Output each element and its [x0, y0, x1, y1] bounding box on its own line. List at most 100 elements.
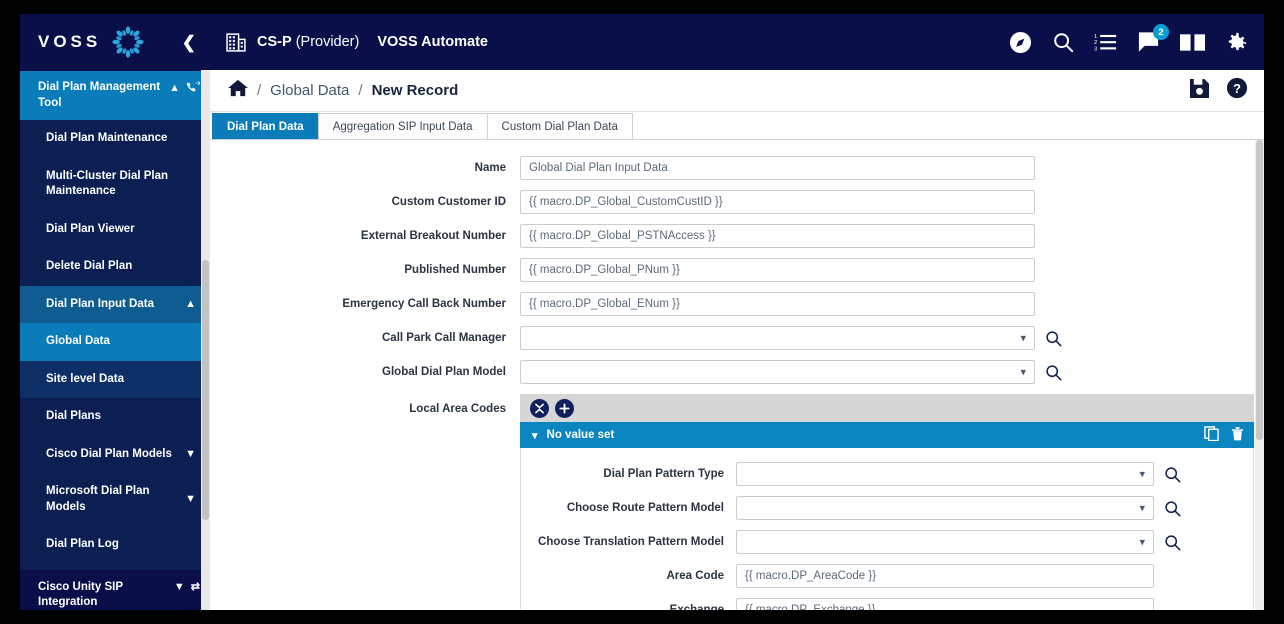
choose-route-pattern-model-select[interactable]: ▾ [736, 496, 1154, 520]
tab-aggregation-sip-input-data[interactable]: Aggregation SIP Input Data [318, 113, 488, 139]
main-scrollbar[interactable] [1255, 140, 1264, 610]
field-label: External Breakout Number [210, 230, 520, 242]
sidebar-item-label: Dial Plan Log [46, 537, 200, 553]
sidebar-item-dial-plan-viewer[interactable]: Dial Plan Viewer [20, 211, 210, 249]
sidebar-item-dial-plan-input-data[interactable]: Dial Plan Input Data ▲ [20, 286, 210, 324]
field-label: Custom Customer ID [210, 196, 520, 208]
breadcrumb-parent[interactable]: Global Data [270, 82, 349, 99]
main-scrollbar-thumb[interactable] [1256, 140, 1263, 440]
chevron-down-icon: ▼ [185, 447, 200, 462]
chevron-down-icon[interactable]: ▾ [532, 429, 538, 442]
field-global-dial-plan-model: Global Dial Plan Model ▾ [210, 360, 1264, 384]
local-area-code-item-header[interactable]: ▾ No value set [520, 422, 1254, 448]
numbered-list-icon[interactable]: 1 2 3 [1094, 31, 1117, 53]
sidebar-item-label: Cisco Dial Plan Models [46, 447, 179, 463]
field-custom-customer-id: Custom Customer ID {{ macro.DP_Global_Cu… [210, 190, 1264, 214]
gear-icon[interactable] [1225, 31, 1248, 54]
duplicate-icon[interactable] [1204, 426, 1219, 444]
voss-flower-logo-icon [111, 25, 145, 59]
message-icon[interactable]: 2 [1137, 31, 1160, 53]
sidebar-item-global-data[interactable]: Global Data [20, 323, 210, 361]
emergency-call-back-number-input[interactable]: {{ macro.DP_Global_ENum }} [520, 292, 1035, 316]
app-window: VOSS [20, 14, 1264, 610]
sidebar-item-label: Dial Plan Viewer [46, 222, 200, 238]
sidebar-item-label: Delete Dial Plan [46, 259, 200, 275]
search-icon[interactable] [1045, 330, 1062, 347]
save-icon[interactable] [1189, 78, 1210, 104]
tab-label: Dial Plan Data [227, 121, 304, 133]
field-label: Call Park Call Manager [210, 332, 520, 344]
published-number-input[interactable]: {{ macro.DP_Global_PNum }} [520, 258, 1035, 282]
brand-header: VOSS [20, 14, 210, 70]
field-dial-plan-pattern-type: Dial Plan Pattern Type ▾ [521, 462, 1253, 486]
exchange-input[interactable]: {{ macro.DP_Exchange }} [736, 598, 1154, 610]
sidebar-item-delete-dial-plan[interactable]: Delete Dial Plan [20, 248, 210, 286]
choose-translation-pattern-model-select[interactable]: ▾ [736, 530, 1154, 554]
provider-code: CS-P [257, 34, 292, 50]
search-icon[interactable] [1045, 364, 1062, 381]
sidebar-item-site-level-data[interactable]: Site level Data [20, 361, 210, 399]
field-external-breakout-number: External Breakout Number {{ macro.DP_Glo… [210, 224, 1264, 248]
add-item-button[interactable] [555, 399, 574, 418]
sidebar-item-dial-plan-log[interactable]: Dial Plan Log [20, 526, 210, 564]
field-choose-route-pattern-model: Choose Route Pattern Model ▾ [521, 496, 1253, 520]
name-input[interactable]: Global Dial Plan Input Data [520, 156, 1035, 180]
form-panel: Name Global Dial Plan Input Data Custom … [210, 140, 1264, 610]
field-label: Choose Translation Pattern Model [521, 536, 736, 548]
sidebar-item-label: Site level Data [46, 372, 200, 388]
tab-dial-plan-data[interactable]: Dial Plan Data [212, 113, 319, 139]
sidebar-item-label: Dial Plans [46, 409, 200, 425]
local-area-codes-body: ▾ No value set Di [520, 394, 1254, 610]
field-label: Area Code [521, 570, 736, 582]
field-label: Global Dial Plan Model [210, 366, 520, 378]
local-area-codes-section: Local Area Codes ▾ [210, 394, 1264, 610]
chevron-up-icon: ▲ [169, 80, 180, 96]
top-bar-icons: 1 2 3 2 [1009, 31, 1248, 54]
search-icon[interactable] [1164, 466, 1181, 483]
global-dial-plan-model-select[interactable]: ▾ [520, 360, 1035, 384]
svg-text:1: 1 [1094, 34, 1097, 40]
call-park-call-manager-select[interactable]: ▾ [520, 326, 1035, 350]
sidebar-scrollbar-thumb[interactable] [202, 260, 209, 520]
field-published-number: Published Number {{ macro.DP_Global_PNum… [210, 258, 1264, 282]
help-icon[interactable]: ? [1226, 77, 1248, 104]
phone-transfer-icon [186, 80, 200, 98]
sidebar-scrollbar[interactable] [201, 70, 210, 610]
field-call-park-call-manager: Call Park Call Manager ▾ [210, 326, 1264, 350]
breadcrumb-current: New Record [372, 82, 459, 99]
book-icon[interactable] [1180, 32, 1205, 53]
area-code-input[interactable]: {{ macro.DP_AreaCode }} [736, 564, 1154, 588]
collapse-all-button[interactable] [530, 399, 549, 418]
delete-icon[interactable] [1231, 426, 1244, 444]
home-icon[interactable] [228, 79, 248, 102]
sidebar-group-dial-plan-management-tool[interactable]: Dial Plan Management Tool ▲ [20, 70, 210, 120]
local-area-codes-toolbar [520, 394, 1254, 422]
building-icon [226, 32, 247, 53]
sidebar-group-cisco-unity-sip-integration[interactable]: Cisco Unity SIP Integration ▼ ⇄ [20, 570, 210, 610]
chevron-down-icon: ▾ [1020, 366, 1026, 379]
sidebar-item-cisco-dial-plan-models[interactable]: Cisco Dial Plan Models ▼ [20, 436, 210, 474]
chevron-down-icon: ▼ [185, 492, 200, 507]
sidebar-group-label: Dial Plan Management Tool [38, 80, 163, 111]
chevron-down-icon: ▾ [1139, 536, 1145, 549]
sidebar-item-label: Global Data [46, 334, 200, 350]
search-icon[interactable] [1164, 500, 1181, 517]
provider-type: (Provider) [296, 34, 360, 50]
chevron-left-icon[interactable]: ❮ [182, 34, 196, 51]
custom-customer-id-input[interactable]: {{ macro.DP_Global_CustomCustID }} [520, 190, 1035, 214]
sidebar-nav: Dial Plan Management Tool ▲ Dial Plan Ma… [20, 70, 210, 610]
sidebar-item-dial-plans[interactable]: Dial Plans [20, 398, 210, 436]
compass-icon[interactable] [1009, 31, 1032, 54]
chevron-up-icon: ▲ [185, 297, 200, 312]
search-icon[interactable] [1164, 534, 1181, 551]
top-bar: CS-P (Provider) VOSS Automate 1 2 3 [210, 14, 1264, 70]
field-label: Emergency Call Back Number [210, 298, 520, 310]
search-icon[interactable] [1052, 31, 1074, 53]
sidebar-item-multi-cluster-dial-plan-maintenance[interactable]: Multi-Cluster Dial Plan Maintenance [20, 158, 210, 211]
sidebar-item-dial-plan-maintenance[interactable]: Dial Plan Maintenance [20, 120, 210, 158]
external-breakout-number-input[interactable]: {{ macro.DP_Global_PSTNAccess }} [520, 224, 1035, 248]
tab-custom-dial-plan-data[interactable]: Custom Dial Plan Data [487, 113, 633, 139]
chevron-down-icon: ▾ [1020, 332, 1026, 345]
dial-plan-pattern-type-select[interactable]: ▾ [736, 462, 1154, 486]
sidebar-item-microsoft-dial-plan-models[interactable]: Microsoft Dial Plan Models ▼ [20, 473, 210, 526]
